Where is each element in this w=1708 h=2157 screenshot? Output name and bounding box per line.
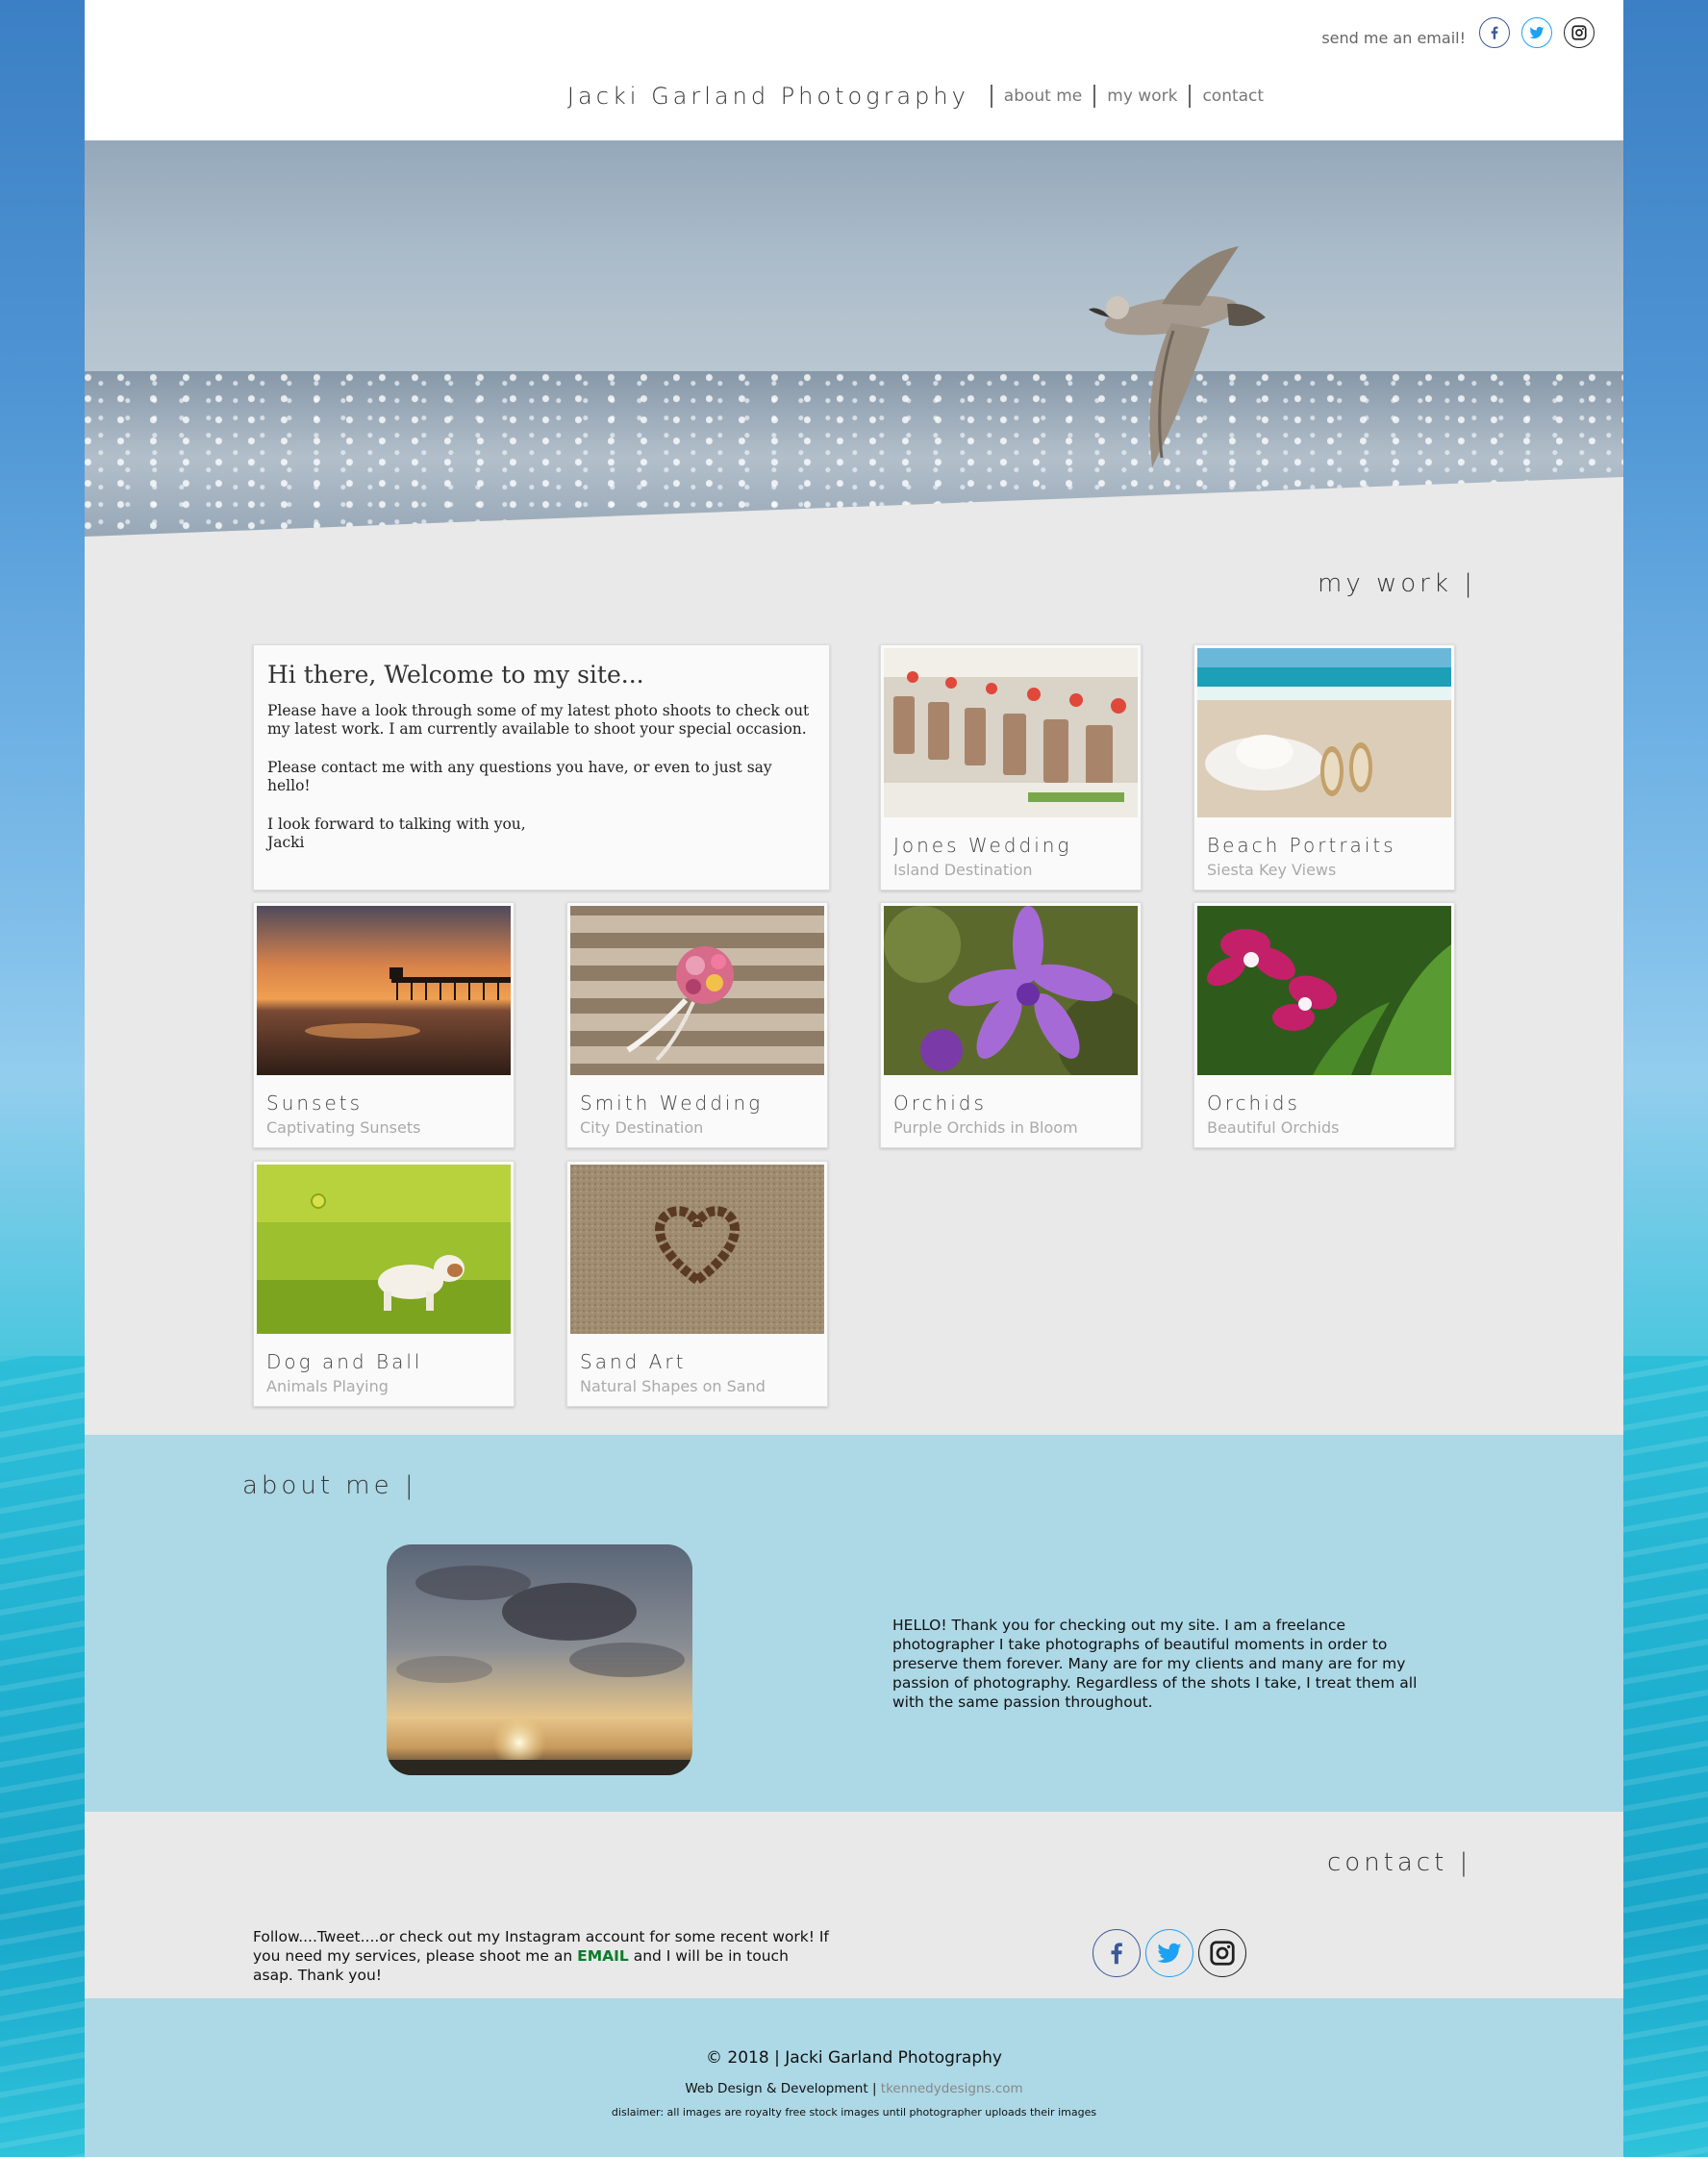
twitter-icon[interactable] (1521, 17, 1552, 48)
beach-hat-icon (1197, 648, 1451, 817)
card-subtitle: Purple Orchids in Bloom (893, 1118, 1078, 1137)
footer-copyright: © 2018 | Jacki Garland Photography (706, 2048, 1002, 2068)
nav-contact[interactable]: contact (1189, 85, 1275, 108)
footer-credit: Web Design & Development | (685, 2081, 877, 2096)
page-container: send me an email! Jacki Garland Photogra… (85, 0, 1623, 2157)
card-title: Beach Portraits (1207, 834, 1396, 857)
gallery-card-sand-art[interactable]: Sand Art Natural Shapes on Sand (566, 1161, 828, 1407)
gallery-card-pink-orchids[interactable]: Orchids Beautiful Orchids (1193, 902, 1455, 1148)
facebook-icon[interactable] (1093, 1929, 1141, 1977)
facebook-icon[interactable] (1479, 17, 1510, 48)
footer-disclaimer: dislaimer: all images are royalty free s… (611, 2106, 1097, 2119)
seagull-icon (85, 246, 1623, 537)
card-subtitle: Animals Playing (266, 1377, 389, 1395)
card-subtitle: Captivating Sunsets (266, 1118, 421, 1137)
site-header: send me an email! Jacki Garland Photogra… (85, 0, 1623, 140)
welcome-paragraph-1: Please have a look through some of my la… (267, 702, 810, 738)
welcome-heading: Hi there, Welcome to my site... (267, 661, 644, 689)
sky-sunset-icon (387, 1544, 692, 1775)
contact-text: Follow....Tweet....or check out my Insta… (253, 1927, 830, 1985)
welcome-signoff: I look forward to talking with you, (267, 815, 526, 833)
footer-designer-link[interactable]: tkennedydesigns.com (881, 2081, 1023, 2096)
gallery-card-dog-and-ball[interactable]: Dog and Ball Animals Playing (253, 1161, 515, 1407)
gallery-card-smith-wedding[interactable]: Smith Wedding City Destination (566, 902, 828, 1148)
site-brand[interactable]: Jacki Garland Photography (567, 83, 969, 110)
instagram-icon[interactable] (1564, 17, 1595, 48)
nav-my-work[interactable]: my work (1093, 85, 1189, 108)
card-subtitle: Beautiful Orchids (1207, 1118, 1340, 1137)
contact-social-icons (1093, 1929, 1246, 1977)
footer-credit-row: Web Design & Development | tkennedydesig… (85, 2081, 1623, 2096)
card-subtitle: Island Destination (893, 861, 1033, 879)
pier-sunset-icon (257, 906, 511, 1075)
contact-email-link[interactable]: EMAIL (577, 1947, 629, 1965)
hero-seagull-image (85, 140, 1623, 537)
about-section: about me | HELLO! Thank you for checking… (85, 1435, 1623, 1812)
send-email-link[interactable]: send me an email! (1321, 29, 1466, 47)
welcome-signature: Jacki (267, 834, 305, 851)
bouquet-steps-icon (570, 906, 824, 1075)
my-work-title: my work | (1318, 569, 1476, 598)
dog-ball-icon (257, 1165, 511, 1334)
sand-heart-icon (570, 1165, 824, 1334)
twitter-icon[interactable] (1145, 1929, 1193, 1977)
gallery-card-jones-wedding[interactable]: Jones Wedding Island Destination (880, 644, 1142, 890)
about-text: HELLO! Thank you for checking out my sit… (892, 1617, 1418, 1711)
card-title: Orchids (1207, 1091, 1300, 1115)
welcome-card: Hi there, Welcome to my site... Please h… (253, 644, 830, 890)
wedding-chairs-icon (884, 648, 1138, 817)
card-title: Sand Art (580, 1350, 687, 1373)
top-social-bar: send me an email! (1321, 17, 1595, 48)
nav-about-me[interactable]: about me (990, 85, 1093, 108)
card-title: Sunsets (266, 1091, 364, 1115)
instagram-icon[interactable] (1198, 1929, 1246, 1977)
brand-nav-row: Jacki Garland Photography about me my wo… (85, 83, 1623, 110)
about-me-title: about me | (242, 1471, 417, 1500)
card-subtitle: Siesta Key Views (1207, 861, 1337, 879)
card-title: Jones Wedding (893, 834, 1072, 857)
purple-orchid-icon (884, 906, 1138, 1075)
gallery-card-sunsets[interactable]: Sunsets Captivating Sunsets (253, 902, 515, 1148)
gallery-card-beach-portraits[interactable]: Beach Portraits Siesta Key Views (1193, 644, 1455, 890)
welcome-paragraph-2: Please contact me with any questions you… (267, 759, 772, 794)
card-subtitle: Natural Shapes on Sand (580, 1377, 766, 1395)
welcome-paragraph-3: I look forward to talking with you, Jacki (267, 815, 816, 852)
site-footer: © 2018 | Jacki Garland Photography Web D… (85, 1998, 1623, 2157)
contact-section: contact | Follow....Tweet....or check ou… (85, 1812, 1623, 1998)
card-title: Dog and Ball (266, 1350, 423, 1373)
pink-orchid-icon (1197, 906, 1451, 1075)
contact-title: contact | (1327, 1848, 1472, 1877)
card-subtitle: City Destination (580, 1118, 704, 1137)
gallery-card-purple-orchids[interactable]: Orchids Purple Orchids in Bloom (880, 902, 1142, 1148)
card-title: Orchids (893, 1091, 987, 1115)
card-title: Smith Wedding (580, 1091, 764, 1115)
